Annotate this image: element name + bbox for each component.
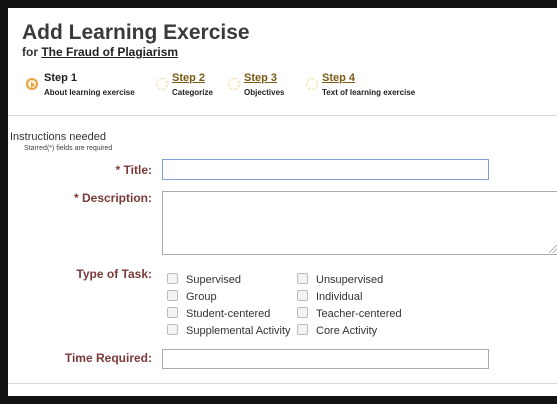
step-1-label: Step 1 [44, 72, 78, 84]
checkbox-label: Supervised [186, 274, 242, 286]
instructions-text: Instructions needed [10, 131, 107, 143]
time-required-input[interactable] [162, 349, 489, 369]
description-label: * Description: [73, 191, 152, 205]
step-3-pending-icon [228, 78, 240, 90]
checkbox-group[interactable]: Group [167, 290, 217, 303]
checkbox-label: Core Activity [316, 325, 378, 337]
step-3-desc: Objectives [244, 88, 285, 97]
checkbox-box[interactable] [297, 307, 308, 318]
required-note: Starred(*) fields are required [24, 145, 113, 152]
step-1-desc: About learning exercise [44, 88, 135, 97]
checkbox-label: Student-centered [186, 308, 271, 320]
step-2-desc: Categorize [172, 88, 213, 97]
checkbox-box[interactable] [297, 290, 308, 301]
checkbox-supervised[interactable]: Supervised [167, 273, 241, 286]
step-4-pending-icon [306, 78, 318, 90]
checkbox-box[interactable] [167, 273, 178, 284]
bottom-divider [8, 383, 557, 384]
page-subtitle: for The Fraud of Plagiarism [22, 45, 178, 59]
step-1-current-icon [26, 78, 38, 90]
title-label: * Title: [115, 163, 152, 177]
checkbox-box[interactable] [167, 290, 178, 301]
checkbox-unsupervised[interactable]: Unsupervised [297, 273, 383, 286]
checkbox-individual[interactable]: Individual [297, 290, 362, 303]
checkbox-label: Supplemental Activity [186, 325, 291, 337]
checkbox-core-activity[interactable]: Core Activity [297, 324, 377, 337]
for-prefix: for [22, 45, 38, 59]
checkbox-box[interactable] [297, 324, 308, 335]
exercise-link[interactable]: The Fraud of Plagiarism [41, 45, 178, 59]
top-divider [8, 115, 557, 116]
checkbox-box[interactable] [167, 307, 178, 318]
checkbox-label: Group [186, 291, 217, 303]
step-4-desc: Text of learning exercise [322, 88, 416, 97]
checkbox-label: Teacher-centered [316, 308, 402, 320]
checkbox-teacher-centered[interactable]: Teacher-centered [297, 307, 402, 320]
page-title: Add Learning Exercise [22, 21, 250, 44]
task-type-label: Type of Task: [76, 267, 152, 281]
main-panel: Add Learning Exercise for The Fraud of P… [8, 8, 557, 396]
checkbox-box[interactable] [167, 324, 178, 335]
step-wizard: Step 1 About learning exercise Step 2 Ca… [8, 70, 557, 110]
step-4-link[interactable]: Step 4 [322, 72, 355, 84]
step-2-pending-icon [156, 78, 168, 90]
title-input[interactable] [162, 159, 489, 180]
description-textarea[interactable] [162, 191, 557, 255]
step-2-link[interactable]: Step 2 [172, 72, 205, 84]
checkbox-label: Unsupervised [316, 274, 384, 286]
checkbox-student-centered[interactable]: Student-centered [167, 307, 270, 320]
time-required-label: Time Required: [64, 351, 152, 365]
textarea-resize-handle[interactable] [549, 245, 557, 253]
step-3-link[interactable]: Step 3 [244, 72, 277, 84]
checkbox-label: Individual [316, 291, 363, 303]
checkbox-supplemental-activity[interactable]: Supplemental Activity [167, 324, 291, 337]
checkbox-box[interactable] [297, 273, 308, 284]
